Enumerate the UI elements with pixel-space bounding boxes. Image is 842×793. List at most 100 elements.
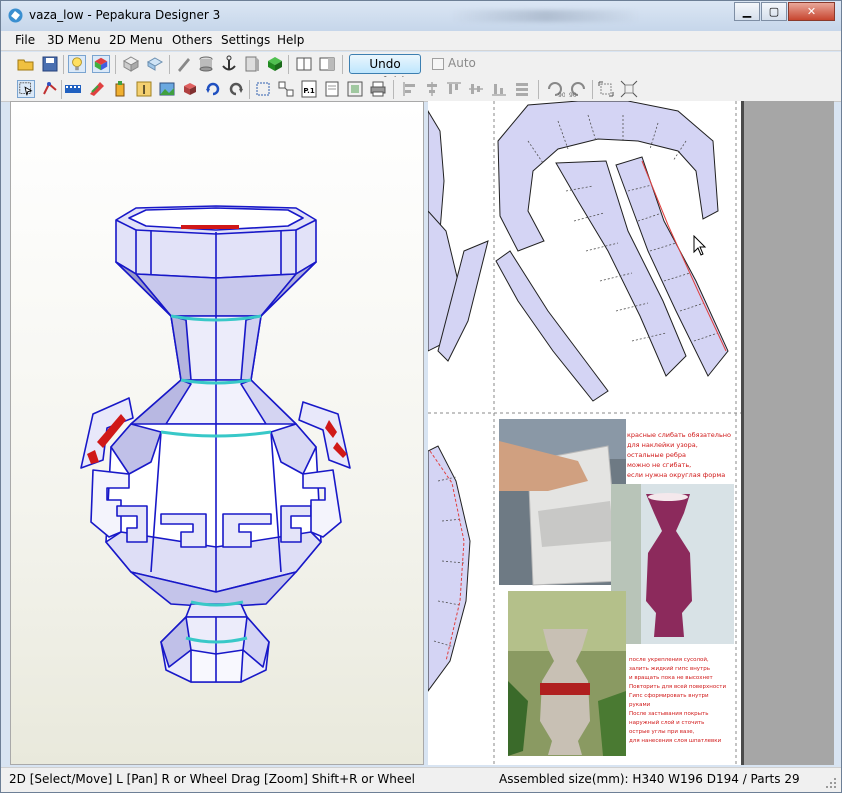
svg-text:после укрепления сусолой,: после укрепления сусолой, — [629, 656, 709, 663]
menu-bar: File 3D Menu 2D Menu Others Settings Hel… — [1, 31, 841, 51]
color-fold-icon[interactable] — [266, 55, 284, 73]
menu-settings[interactable]: Settings — [221, 33, 270, 47]
blurred-background-title — [451, 10, 641, 22]
svg-text:Гипс сформировать внутри: Гипс сформировать внутри — [629, 693, 709, 699]
rotate-icon[interactable] — [204, 80, 222, 98]
light-icon[interactable] — [68, 55, 86, 73]
toolbar-separator — [538, 80, 539, 99]
svg-text:если нужна округлая форма: если нужна округлая форма — [627, 471, 725, 479]
crop-icon[interactable] — [181, 80, 199, 98]
rotate-90-left-icon[interactable]: 90 — [545, 80, 565, 98]
2d-view-pane[interactable]: красные слибать обязательно для наклейки… — [427, 100, 834, 765]
toolbar-separator — [63, 55, 64, 74]
split-pane-icon[interactable] — [318, 55, 336, 73]
photo-greek-key-vase — [508, 591, 626, 756]
toolbar-separator — [592, 80, 593, 99]
color-cube-icon[interactable] — [92, 55, 110, 73]
svg-text:острые углы при вазе,: острые углы при вазе, — [629, 729, 695, 735]
status-mode-text: 2D [Select/Move] L [Pan] R or Wheel Drag… — [9, 772, 415, 786]
svg-text:можно не сгибать,: можно не сгибать, — [627, 461, 691, 469]
distribute-icon[interactable] — [490, 80, 508, 98]
toolbar-separator — [169, 55, 170, 74]
expand-icon[interactable] — [620, 80, 638, 98]
menu-file[interactable]: File — [15, 33, 35, 47]
glue-icon[interactable] — [111, 80, 129, 98]
join-icon[interactable] — [277, 80, 295, 98]
page-icon[interactable] — [323, 80, 341, 98]
note-top-text: красные слибать обязательно для наклейки… — [627, 431, 731, 479]
auto-label: Auto — [448, 56, 476, 70]
photo-purple-vase — [611, 484, 734, 644]
menu-2d[interactable]: 2D Menu — [109, 33, 163, 47]
reverse-icon[interactable] — [227, 80, 245, 98]
toolbar-separator — [288, 55, 289, 74]
select-move-icon[interactable] — [17, 80, 35, 98]
rotate-90-right-icon[interactable]: 90 — [568, 80, 588, 98]
status-bar: 2D [Select/Move] L [Pan] R or Wheel Drag… — [1, 767, 841, 792]
toolbar-separator — [115, 55, 116, 74]
minimize-button[interactable]: ▁ — [734, 2, 760, 21]
svg-text:I: I — [142, 83, 146, 97]
rotate-left-label: 90 — [558, 92, 565, 98]
close-button[interactable]: ✕ — [788, 2, 835, 21]
maximize-button[interactable]: ▢ — [761, 2, 787, 21]
single-pane-icon[interactable] — [295, 55, 313, 73]
toolbar-separator — [393, 80, 394, 99]
svg-text:наружный слой и сточить: наружный слой и сточить — [629, 719, 704, 726]
toolbar-main: Undo Unfold Auto — [1, 52, 841, 89]
fold-icon[interactable] — [243, 55, 261, 73]
flat-box-icon[interactable] — [146, 55, 164, 73]
auto-checkbox[interactable] — [432, 58, 444, 70]
image-page-icon[interactable] — [346, 80, 364, 98]
resize-grip-icon[interactable] — [825, 777, 837, 789]
toolbar-separator — [61, 80, 62, 99]
pen-icon[interactable] — [175, 55, 193, 73]
align-left-icon[interactable] — [401, 80, 419, 98]
align-right-icon[interactable] — [467, 80, 485, 98]
svg-text:залить жидкий гипс внутрь: залить жидкий гипс внутрь — [629, 665, 710, 672]
page-number-label: P.1 — [303, 87, 315, 95]
unfolded-pattern: красные слибать обязательно для наклейки… — [427, 100, 741, 765]
svg-text:Повторить для всей поверхности: Повторить для всей поверхности — [629, 683, 726, 690]
rotate-right-label: 90 — [569, 92, 577, 98]
title-bar[interactable]: vaza_low - Pepakura Designer 3 ▁ ▢ ✕ — [1, 1, 841, 31]
box-icon[interactable] — [122, 55, 140, 73]
app-window: vaza_low - Pepakura Designer 3 ▁ ▢ ✕ Fil… — [0, 0, 842, 793]
stack-icon[interactable] — [513, 80, 531, 98]
status-assembled-size: Assembled size(mm): H340 W196 D194 / Par… — [499, 772, 800, 786]
svg-text:и вращать пока не высохнет: и вращать пока не высохнет — [629, 675, 714, 681]
undo-unfold-button[interactable]: Undo Unfold — [349, 54, 421, 89]
film-icon[interactable] — [64, 80, 82, 98]
cylinder-icon[interactable] — [197, 55, 215, 73]
svg-text:После застывания покрыть: После застывания покрыть — [629, 711, 708, 717]
photo-white-vase-hand — [499, 419, 626, 586]
svg-text:остальные ребра: остальные ребра — [627, 451, 686, 459]
save-icon[interactable] — [41, 55, 59, 73]
frame-icon[interactable] — [254, 80, 272, 98]
note-bottom-text: после укрепления сусолой, залить жидкий … — [629, 656, 726, 744]
menu-help[interactable]: Help — [277, 33, 304, 47]
open-icon[interactable] — [17, 55, 35, 73]
paper-sheet: красные слибать обязательно для наклейки… — [427, 100, 741, 765]
paint-icon[interactable] — [88, 80, 106, 98]
image-icon[interactable] — [158, 80, 176, 98]
svg-text:для нанесения слоя шпатлевки: для нанесения слоя шпатлевки — [629, 738, 722, 744]
toolbar-separator — [249, 80, 250, 99]
page-number-icon[interactable]: P.1 — [300, 80, 318, 98]
svg-text:для наклейки узора,: для наклейки узора, — [627, 441, 698, 449]
menu-3d[interactable]: 3D Menu — [47, 33, 101, 47]
align-top-icon[interactable] — [445, 80, 463, 98]
print-icon[interactable] — [369, 80, 387, 98]
menu-others[interactable]: Others — [172, 33, 212, 47]
align-center-icon[interactable] — [423, 80, 441, 98]
text-icon[interactable]: I — [135, 80, 153, 98]
svg-text:руками: руками — [629, 702, 651, 708]
window-title: vaza_low - Pepakura Designer 3 — [29, 8, 221, 22]
3d-view-pane[interactable] — [10, 101, 424, 765]
pepakura-app-icon — [8, 8, 23, 23]
anchor-icon[interactable] — [220, 55, 238, 73]
fit-icon[interactable] — [597, 80, 615, 98]
svg-text:красные слибать обязательно: красные слибать обязательно — [627, 431, 731, 439]
node-edit-icon[interactable] — [41, 80, 59, 98]
toolbar-separator — [342, 55, 343, 74]
